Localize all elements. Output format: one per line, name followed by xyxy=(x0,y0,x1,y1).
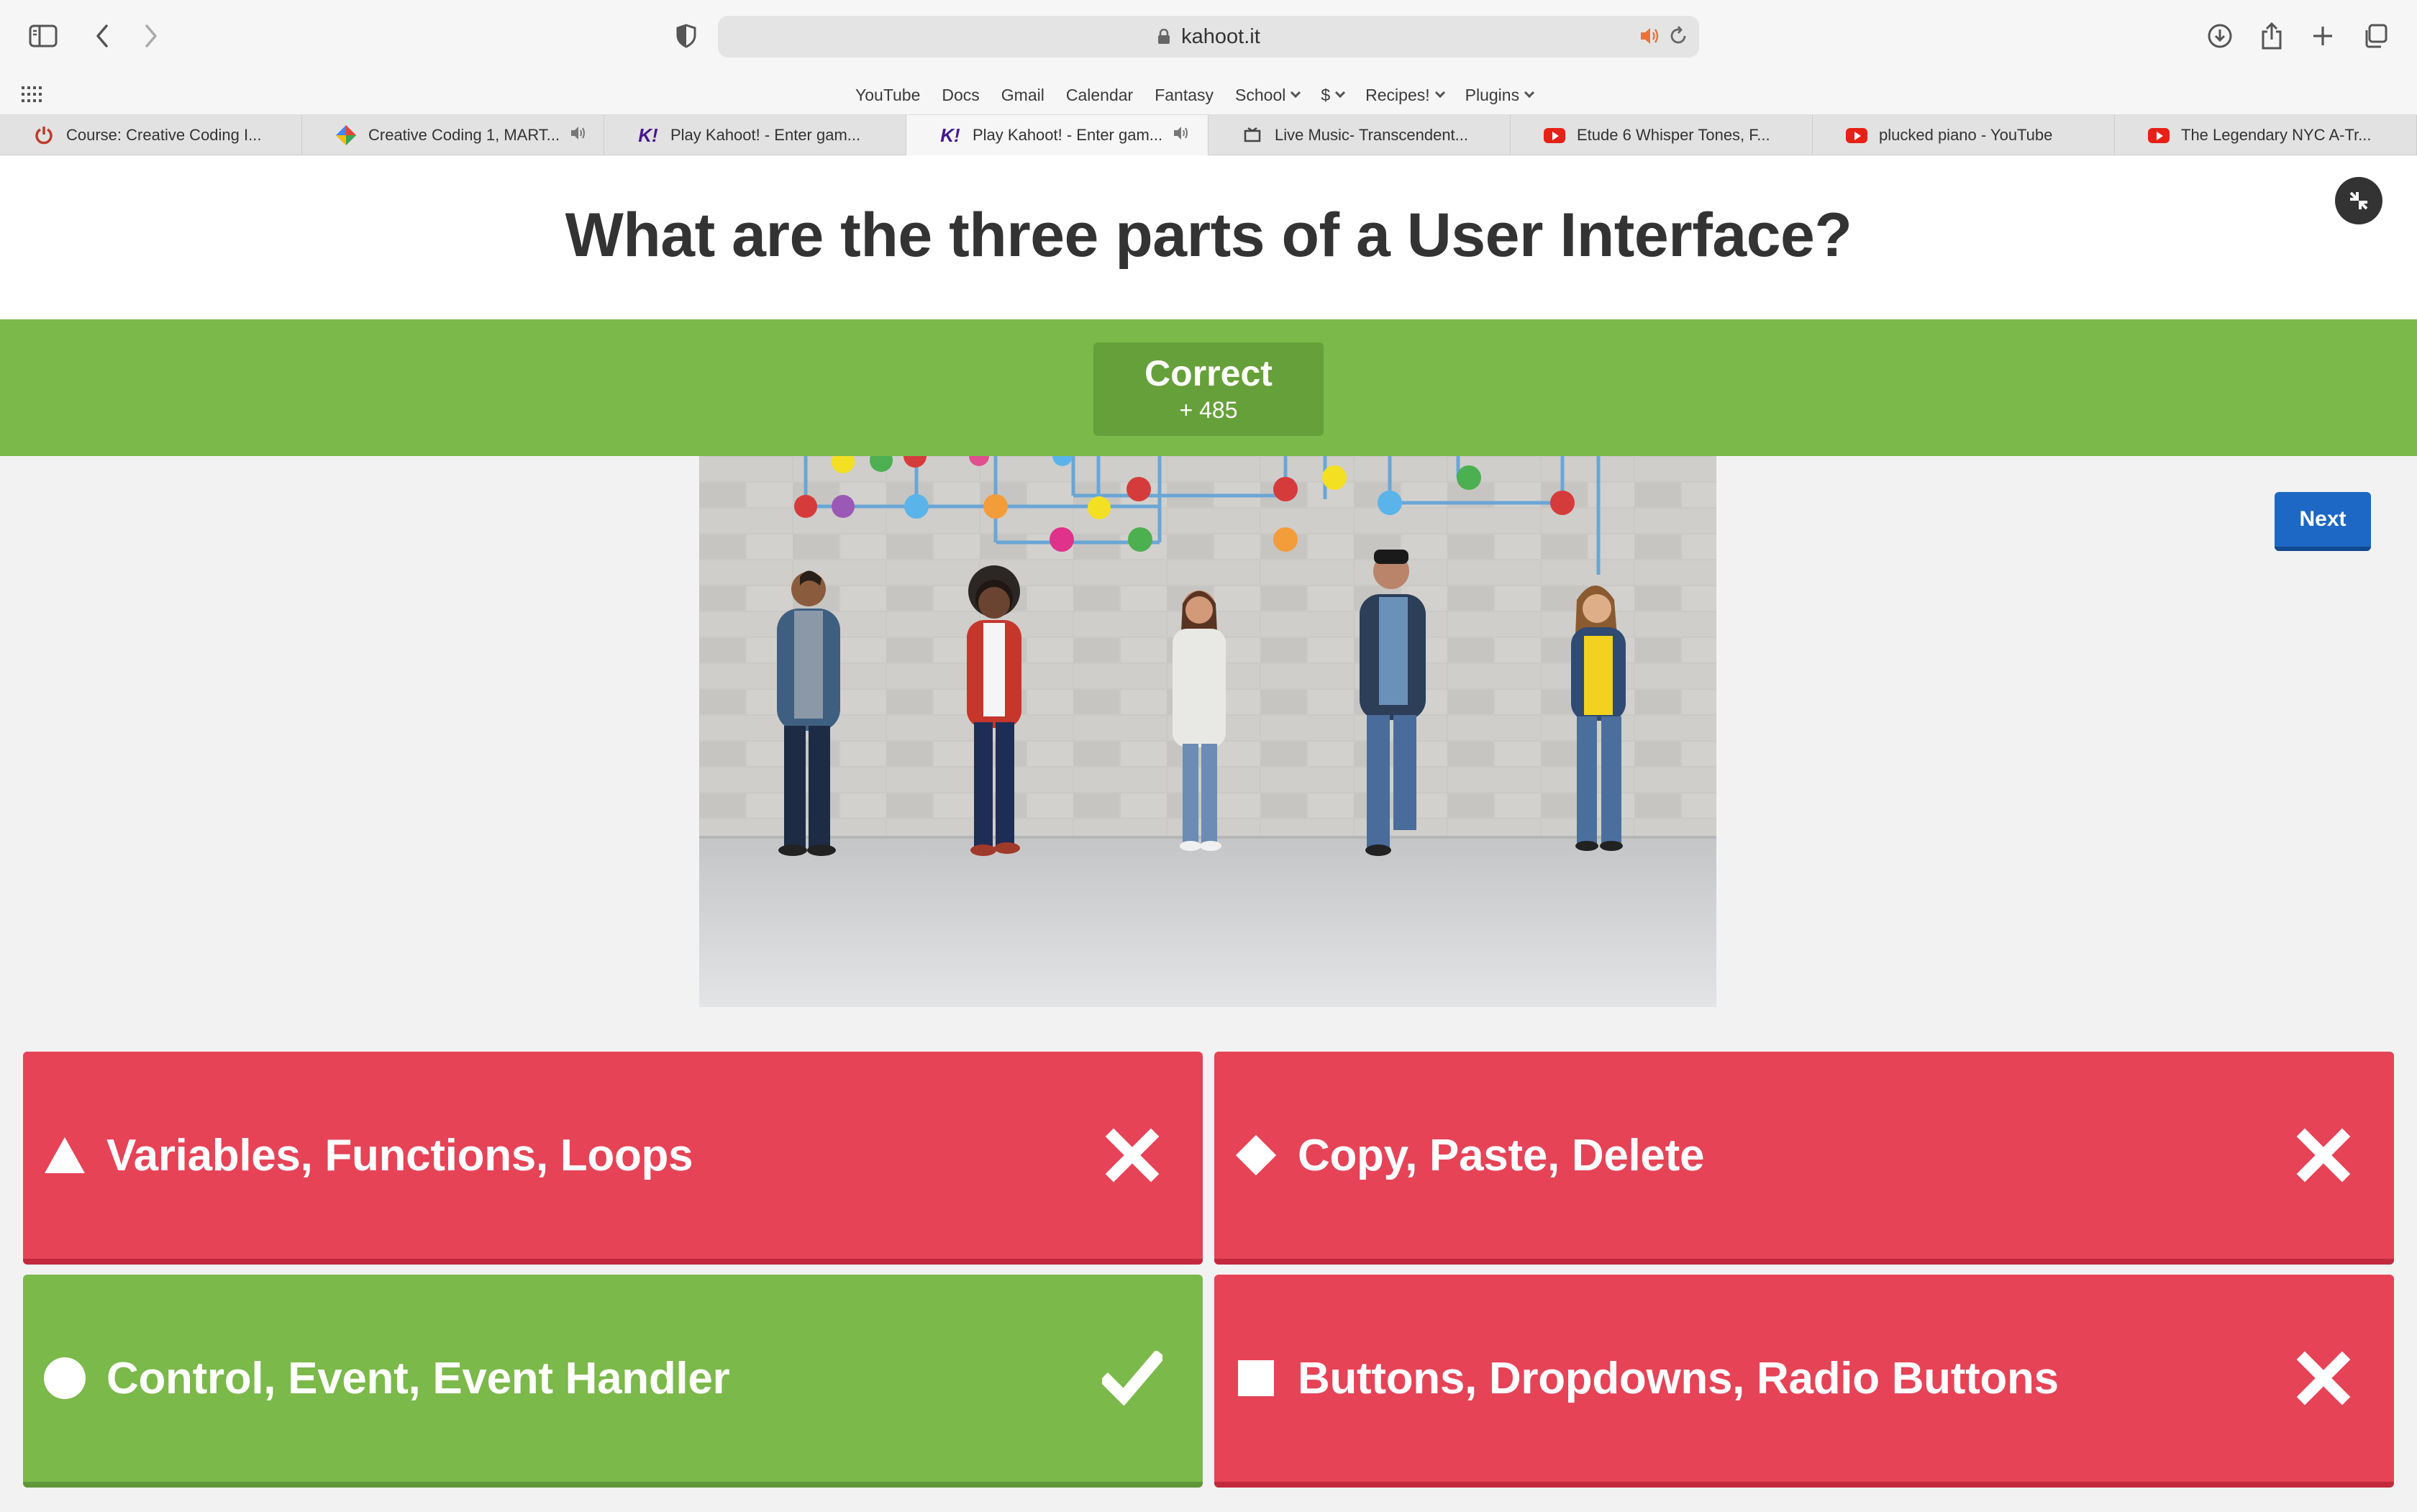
question-bar: What are the three parts of a User Inter… xyxy=(0,155,2417,319)
result-box: Correct + 485 xyxy=(1093,342,1324,436)
tab-strip: Course: Creative Coding I... Creative Cod… xyxy=(0,115,2417,155)
tab-title: The Legendary NYC A-Tr... xyxy=(2181,126,2372,144)
tab-title: Play Kahoot! - Enter gam... xyxy=(973,126,1163,144)
kahoot-icon: K! xyxy=(638,124,658,146)
reload-icon[interactable] xyxy=(1667,25,1689,50)
bookmark-item[interactable]: YouTube xyxy=(845,86,931,105)
lock-icon xyxy=(1158,29,1170,44)
bookmark-label: YouTube xyxy=(855,85,921,104)
answer-option-2[interactable]: Copy, Paste, Delete xyxy=(1214,1052,2394,1265)
question-image xyxy=(699,456,1716,1007)
answer-option-1-text: Variables, Functions, Loops xyxy=(106,1130,693,1180)
browser-tab[interactable]: Etude 6 Whisper Tones, F... xyxy=(1511,115,1813,155)
answer-option-4-text: Buttons, Dropdowns, Radio Buttons xyxy=(1298,1353,2059,1403)
circle-icon xyxy=(43,1357,86,1400)
browser-tab[interactable]: K! Play Kahoot! - Enter gam... xyxy=(906,115,1208,155)
bookmark-label: Plugins xyxy=(1465,85,1520,104)
chevron-down-icon xyxy=(1335,87,1346,99)
answer-option-3[interactable]: Control, Event, Event Handler xyxy=(23,1275,1203,1488)
url-text: kahoot.it xyxy=(1181,24,1260,48)
result-points: + 485 xyxy=(1179,397,1238,423)
tab-title: plucked piano - YouTube xyxy=(1879,126,2053,144)
answer-option-4[interactable]: Buttons, Dropdowns, Radio Buttons xyxy=(1214,1275,2394,1488)
bookmarks-bar: YouTube Docs Gmail Calendar Fantasy School $ Re… xyxy=(0,75,2417,115)
tab-audio-icon[interactable] xyxy=(570,125,587,145)
square-icon xyxy=(1234,1357,1278,1400)
tab-title: Creative Coding 1, MART... xyxy=(368,126,560,144)
bookmark-label: Calendar xyxy=(1065,85,1134,104)
power-icon xyxy=(33,124,55,146)
bookmark-list: YouTube Docs Gmail Calendar Fantasy School $ Re… xyxy=(845,75,1544,115)
new-tab-icon[interactable] xyxy=(2303,16,2343,56)
tab-title: Etude 6 Whisper Tones, F... xyxy=(1577,126,1770,144)
bookmark-item[interactable]: Calendar xyxy=(1055,86,1144,105)
wrong-cross-icon xyxy=(1102,1125,1162,1185)
forward-icon[interactable] xyxy=(131,16,171,56)
bookmark-label: School xyxy=(1235,85,1286,104)
collapse-icon xyxy=(2349,191,2368,210)
bookmark-item[interactable]: $ xyxy=(1310,86,1355,105)
music-icon xyxy=(1242,124,1263,146)
chevron-down-icon xyxy=(1434,87,1445,99)
tab-audio-icon[interactable] xyxy=(1173,125,1190,145)
kahoot-icon: K! xyxy=(940,124,960,146)
browser-toolbar: kahoot.it xyxy=(0,0,2417,75)
browser-tab[interactable]: plucked piano - YouTube xyxy=(1813,115,2115,155)
privacy-shield-icon[interactable] xyxy=(666,16,706,56)
diamond-color-icon xyxy=(335,124,357,146)
bookmark-label: Recipes! xyxy=(1365,85,1430,104)
downloads-icon[interactable] xyxy=(2200,16,2240,56)
back-icon[interactable] xyxy=(82,16,122,56)
browser-tab[interactable]: K! Play Kahoot! - Enter gam... xyxy=(604,115,906,155)
youtube-icon xyxy=(1544,124,1565,146)
bookmark-item[interactable]: Gmail xyxy=(991,86,1055,105)
bookmark-item[interactable]: Recipes! xyxy=(1355,86,1454,105)
wrong-cross-icon xyxy=(2293,1348,2354,1408)
tab-title: Course: Creative Coding I... xyxy=(66,126,262,144)
bookmark-label: Fantasy xyxy=(1155,85,1214,104)
answer-option-1[interactable]: Variables, Functions, Loops xyxy=(23,1052,1203,1265)
wrong-cross-icon xyxy=(2293,1125,2354,1185)
answer-option-2-text: Copy, Paste, Delete xyxy=(1298,1130,1705,1180)
browser-tab[interactable]: Creative Coding 1, MART... xyxy=(302,115,604,155)
browser-tab[interactable]: The Legendary NYC A-Tr... xyxy=(2115,115,2417,155)
answer-option-3-text: Control, Event, Event Handler xyxy=(106,1353,730,1403)
question-title: What are the three parts of a User Inter… xyxy=(565,201,1852,270)
tab-title: Play Kahoot! - Enter gam... xyxy=(670,126,861,144)
diamond-icon xyxy=(1234,1134,1278,1177)
sidebar-toggle-icon[interactable] xyxy=(23,16,63,56)
youtube-icon xyxy=(2148,124,2170,146)
bookmark-item[interactable]: Fantasy xyxy=(1144,86,1224,105)
answer-grid: Variables, Functions, Loops Copy, Paste,… xyxy=(23,1052,2394,1512)
result-title: Correct xyxy=(1144,353,1273,393)
bookmark-label: Docs xyxy=(942,85,980,104)
correct-check-icon xyxy=(1102,1348,1162,1408)
browser-tab[interactable]: Live Music- Transcendent... xyxy=(1208,115,1511,155)
address-bar[interactable]: kahoot.it xyxy=(718,16,1699,58)
next-button[interactable]: Next xyxy=(2275,492,2371,551)
apps-grid-icon[interactable] xyxy=(22,86,42,106)
tab-title: Live Music- Transcendent... xyxy=(1275,126,1469,144)
chevron-down-icon xyxy=(1291,87,1301,99)
triangle-icon xyxy=(43,1134,86,1177)
audio-playing-icon[interactable] xyxy=(1639,26,1660,50)
bookmark-item[interactable]: Plugins xyxy=(1455,86,1544,105)
result-banner: Correct + 485 xyxy=(0,319,2417,456)
share-icon[interactable] xyxy=(2252,16,2292,56)
youtube-icon xyxy=(1846,124,1867,146)
bookmark-label: Gmail xyxy=(1001,85,1044,104)
kahoot-page: What are the three parts of a User Inter… xyxy=(0,155,2417,1511)
fullscreen-exit-button[interactable] xyxy=(2335,177,2382,224)
bookmark-item[interactable]: Docs xyxy=(931,86,990,105)
browser-tab[interactable]: Course: Creative Coding I... xyxy=(0,115,302,155)
bookmark-item[interactable]: School xyxy=(1224,86,1310,105)
chevron-down-icon xyxy=(1524,87,1535,99)
tab-overview-icon[interactable] xyxy=(2355,16,2395,56)
bookmark-label: $ xyxy=(1321,85,1331,104)
